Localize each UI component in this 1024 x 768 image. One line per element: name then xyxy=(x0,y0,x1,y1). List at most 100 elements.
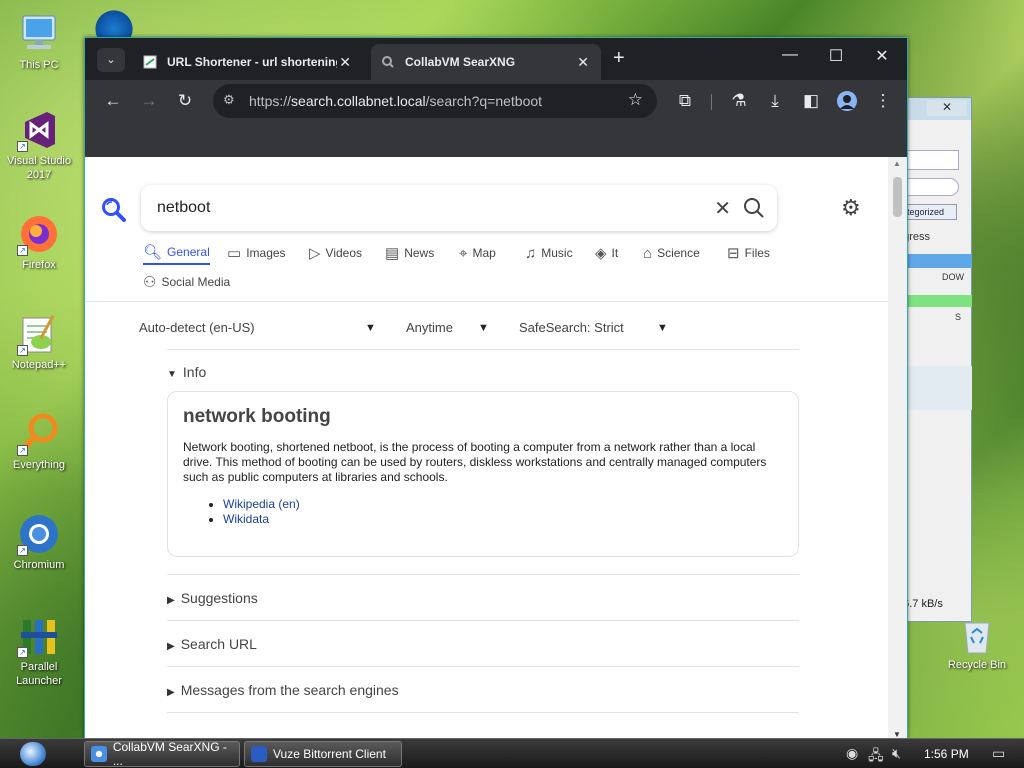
tab-strip: ⌄ URL Shortener - url shortening ✕ Colla… xyxy=(85,38,907,80)
info-section-toggle[interactable]: ▼ Info xyxy=(167,364,206,380)
tab-videos[interactable]: ▷ Videos xyxy=(309,241,362,265)
tab-news[interactable]: ▤ News xyxy=(385,241,434,265)
time-range-select[interactable]: Anytime ▼ xyxy=(406,320,489,335)
forward-button[interactable]: → xyxy=(137,90,161,112)
search-icon[interactable] xyxy=(743,197,765,219)
site-settings-icon[interactable]: ⚙ xyxy=(223,92,235,108)
notifications-icon[interactable]: ▭ xyxy=(992,745,1005,762)
downloads-button[interactable]: ⤓ xyxy=(763,90,787,112)
infobox: network booting Network booting, shorten… xyxy=(167,391,799,557)
scrollbar-thumb[interactable] xyxy=(893,177,902,217)
link-wikipedia[interactable]: Wikipedia (en) xyxy=(223,497,783,512)
desktop-icon-visual-studio[interactable]: ↗ Visual Studio 2017 xyxy=(4,108,74,182)
tab-search-button[interactable]: ⌄ xyxy=(97,48,125,72)
tab-social-media[interactable]: ⚇ Social Media xyxy=(143,270,230,294)
profile-avatar-icon[interactable] xyxy=(837,91,857,111)
computer-icon xyxy=(17,12,61,56)
recycle-bin-icon xyxy=(959,617,995,655)
maximize-icon: ☐ xyxy=(828,48,844,65)
firefox-icon: ↗ xyxy=(17,212,61,256)
close-tab-icon[interactable]: ✕ xyxy=(339,54,351,71)
back-button[interactable]: ← xyxy=(101,90,125,112)
shortcut-arrow-icon: ↗ xyxy=(17,345,28,356)
tab-it[interactable]: ◈ It xyxy=(595,241,618,265)
desktop-icon-firefox[interactable]: ↗ Firefox xyxy=(4,212,74,272)
desktop-icon-everything[interactable]: ↗ Everything xyxy=(4,412,74,472)
tray-app-icon[interactable]: ◉ xyxy=(846,745,858,762)
desktop-icon-chromium[interactable]: ↗ Chromium xyxy=(4,512,74,572)
vuze-column-down: DOW xyxy=(942,272,964,282)
page-scrollbar[interactable]: ▲ ▼ xyxy=(888,157,907,741)
link-wikidata[interactable]: Wikidata xyxy=(223,512,783,527)
vuze-progress-bar-blue xyxy=(897,254,972,268)
vuze-progress-bar-green xyxy=(897,295,972,307)
taskbar-button-vuze[interactable]: Vuze Bittorrent Client xyxy=(244,741,402,767)
vuze-selected-row[interactable] xyxy=(897,366,972,410)
search-url-section-toggle[interactable]: ▶ Search URL xyxy=(167,636,257,652)
kebab-menu-icon: ⋮ xyxy=(874,91,892,110)
address-bar[interactable]: ⚙ https://search.collabnet.local/search?… xyxy=(213,84,657,118)
minimize-button[interactable]: — xyxy=(775,46,805,64)
parallel-launcher-icon: ↗ xyxy=(17,614,61,658)
close-window-button[interactable]: ✕ xyxy=(867,46,897,66)
link-favicon-icon xyxy=(143,55,157,69)
divider xyxy=(167,666,799,667)
suggestions-section-toggle[interactable]: ▶ Suggestions xyxy=(167,590,258,606)
clear-search-icon[interactable]: ✕ xyxy=(714,196,731,221)
close-tab-icon[interactable]: ✕ xyxy=(577,54,589,71)
new-tab-button[interactable]: + xyxy=(613,48,625,68)
triangle-right-icon: ▶ xyxy=(167,595,175,606)
browser-toolbar: ← → ↻ ⚙ https://search.collabnet.local/s… xyxy=(85,80,907,122)
settings-gear-icon[interactable]: ⚙ xyxy=(841,195,861,221)
safesearch-select[interactable]: SafeSearch: Strict ▼ xyxy=(519,320,668,335)
close-icon[interactable]: ✕ xyxy=(927,100,967,116)
reload-button[interactable]: ↻ xyxy=(173,90,197,112)
scroll-up-icon[interactable]: ▲ xyxy=(893,159,901,168)
triangle-right-icon: ▶ xyxy=(167,641,175,652)
clock[interactable]: 1:56 PM xyxy=(924,747,969,761)
labs-button[interactable]: ⚗ xyxy=(727,90,751,112)
searxng-logo-icon[interactable] xyxy=(101,197,127,223)
start-button[interactable] xyxy=(8,741,62,767)
plus-icon: + xyxy=(613,47,625,69)
engine-messages-section-toggle[interactable]: ▶ Messages from the search engines xyxy=(167,682,399,698)
taskbar: CollabVM SearXNG - ... Vuze Bittorrent C… xyxy=(0,738,1024,768)
music-icon: ♫ xyxy=(525,244,537,262)
triangle-down-icon: ▼ xyxy=(167,369,177,380)
tab-url-shortener[interactable]: URL Shortener - url shortening ✕ xyxy=(133,44,363,80)
bookmark-star-icon[interactable]: ☆ xyxy=(628,90,643,110)
side-panel-button[interactable]: ◧ xyxy=(799,90,823,112)
desktop-icon-parallel-launcher[interactable]: ↗ Parallel Launcher xyxy=(4,614,74,688)
divider xyxy=(167,574,799,575)
desktop-icon-recycle-bin[interactable]: Recycle Bin xyxy=(942,617,1012,671)
desktop-icon-this-pc[interactable]: This PC xyxy=(4,12,74,72)
tab-collabvm-searxng[interactable]: CollabVM SearXNG ✕ xyxy=(371,44,601,80)
chromium-icon: ↗ xyxy=(17,512,61,556)
network-icon[interactable]: 🖧︎ xyxy=(868,745,884,768)
people-icon: ⚇ xyxy=(143,274,157,291)
maximize-button[interactable]: ☐ xyxy=(821,46,851,66)
desktop-icon-label: Parallel Launcher xyxy=(16,661,62,687)
tab-title: URL Shortener - url shortening xyxy=(167,55,337,69)
vuze-titlebar: ✕ xyxy=(897,98,971,120)
taskbar-button-browser[interactable]: CollabVM SearXNG - ... xyxy=(84,740,240,768)
desktop-icon-notepad-plus-plus[interactable]: ↗ Notepad++ xyxy=(4,312,74,372)
tab-map[interactable]: ⌖ Map xyxy=(459,241,496,265)
reload-icon: ↻ xyxy=(177,91,193,110)
browser-window[interactable]: ⌄ URL Shortener - url shortening ✕ Colla… xyxy=(84,37,908,741)
extensions-button[interactable]: ⧉ xyxy=(673,90,697,112)
tab-files[interactable]: ⊟ Files xyxy=(727,241,770,265)
puzzle-icon: ⧉ xyxy=(678,91,692,110)
search-input[interactable]: netboot ✕ xyxy=(141,185,777,231)
volume-muted-icon[interactable]: 🔇︎ xyxy=(892,745,901,762)
desktop-icon-label: Everything xyxy=(13,459,65,471)
tab-music[interactable]: ♫ Music xyxy=(525,241,573,265)
tab-science[interactable]: ⌂ Science xyxy=(643,241,700,265)
tab-general[interactable]: 🔍︎ General xyxy=(143,241,210,265)
toolbar-divider xyxy=(711,94,712,110)
caret-down-icon: ▼ xyxy=(365,322,376,334)
menu-button[interactable]: ⋮ xyxy=(871,90,895,112)
side-panel-icon: ◧ xyxy=(802,91,820,110)
language-select[interactable]: Auto-detect (en-US) ▼ xyxy=(139,320,376,335)
tab-images[interactable]: ▭ Images xyxy=(227,241,286,265)
